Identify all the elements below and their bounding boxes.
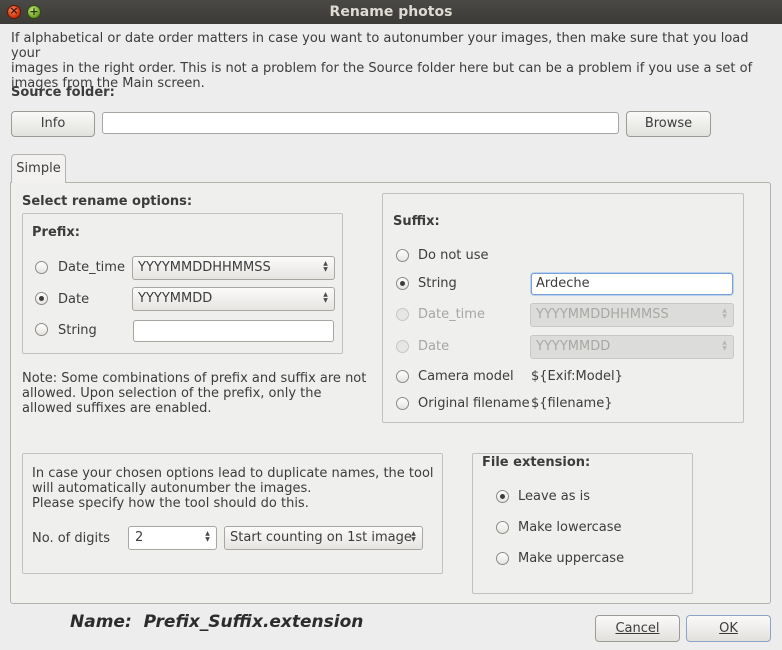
file-extension-heading: File extension: [482, 455, 591, 470]
make-uppercase-radio[interactable] [496, 552, 509, 565]
suffix-original-filename-label[interactable]: Original filename [418, 396, 530, 411]
suffix-string-radio[interactable] [396, 277, 409, 290]
duplicates-text: In case your chosen options lead to dupl… [32, 466, 434, 511]
suffix-camera-model-label[interactable]: Camera model [418, 369, 514, 384]
suffix-date-time-combo-value: YYYYMMDDHHMMSS [536, 307, 669, 322]
name-preview: Name: Prefix_Suffix.extension [70, 612, 363, 632]
make-lowercase-radio[interactable] [496, 521, 509, 534]
updown-arrows-icon: ▲ ▼ [722, 307, 727, 320]
prefix-date-combo-value: YYYYMMDD [138, 291, 213, 306]
suffix-camera-model-radio[interactable] [396, 370, 409, 383]
counting-combo-value: Start counting on 1st image [230, 530, 412, 545]
suffix-date-time-radio[interactable] [396, 308, 409, 321]
updown-arrows-icon: ▲ ▼ [411, 530, 416, 543]
suffix-date-label[interactable]: Date [418, 339, 449, 354]
updown-arrows-icon: ▲ ▼ [323, 260, 328, 273]
suffix-date-combo-value: YYYYMMDD [536, 339, 611, 354]
digits-value: 2 [135, 530, 144, 545]
name-preview-pattern: Prefix_Suffix.extension [143, 612, 364, 632]
suffix-original-filename-value: ${filename} [531, 396, 613, 411]
note-text: Note: Some combinations of prefix and su… [22, 371, 367, 416]
tab-simple[interactable]: Simple [11, 154, 66, 183]
name-preview-label: Name: [70, 612, 132, 632]
ok-button[interactable]: OK [686, 615, 771, 642]
rename-options-heading: Select rename options: [22, 194, 193, 209]
suffix-date-time-combo[interactable]: YYYYMMDDHHMMSS ▲ ▼ [530, 303, 734, 327]
suffix-date-combo[interactable]: YYYYMMDD ▲ ▼ [530, 335, 734, 359]
prefix-date-combo[interactable]: YYYYMMDD ▲ ▼ [132, 287, 335, 311]
updown-arrows-icon: ▲ ▼ [722, 339, 727, 352]
source-folder-input[interactable] [102, 112, 619, 134]
leave-as-is-radio[interactable] [496, 490, 509, 503]
suffix-string-label[interactable]: String [418, 276, 457, 291]
suffix-do-not-use-radio[interactable] [396, 249, 409, 262]
make-uppercase-label[interactable]: Make uppercase [518, 551, 624, 566]
prefix-date-time-radio[interactable] [35, 261, 48, 274]
title-bar: × + Rename photos [0, 0, 782, 24]
prefix-date-label[interactable]: Date [58, 292, 89, 307]
cancel-button[interactable]: Cancel [595, 615, 680, 642]
window-title: Rename photos [329, 4, 453, 20]
source-folder-label: Source folder: [11, 85, 115, 100]
updown-arrows-icon[interactable]: ▲ ▼ [204, 531, 211, 543]
leave-as-is-label[interactable]: Leave as is [518, 489, 590, 504]
suffix-original-filename-radio[interactable] [396, 397, 409, 410]
prefix-string-label[interactable]: String [58, 323, 97, 338]
prefix-date-time-combo[interactable]: YYYYMMDDHHMMSS ▲ ▼ [132, 256, 335, 280]
prefix-date-time-label[interactable]: Date_time [58, 260, 125, 275]
digits-label: No. of digits [32, 531, 110, 546]
suffix-heading: Suffix: [393, 214, 440, 229]
prefix-string-input[interactable] [133, 320, 334, 342]
browse-button[interactable]: Browse [626, 111, 711, 137]
ok-button-label: OK [719, 621, 738, 636]
suffix-do-not-use-label[interactable]: Do not use [418, 248, 489, 263]
suffix-string-input[interactable]: Ardeche [531, 273, 733, 295]
cancel-button-label: Cancel [615, 621, 660, 636]
suffix-camera-model-value: ${Exif:Model} [531, 369, 623, 384]
suffix-date-time-label[interactable]: Date_time [418, 307, 485, 322]
intro-text: If alphabetical or date order matters in… [11, 31, 753, 91]
prefix-string-radio[interactable] [35, 323, 48, 336]
prefix-heading: Prefix: [32, 225, 80, 240]
counting-combo[interactable]: Start counting on 1st image ▲ ▼ [224, 526, 423, 550]
digits-spinbox[interactable]: 2 ▲ ▼ [128, 526, 217, 550]
info-button[interactable]: Info [11, 111, 95, 137]
prefix-date-radio[interactable] [35, 292, 48, 305]
updown-arrows-icon: ▲ ▼ [323, 291, 328, 304]
suffix-date-radio[interactable] [396, 340, 409, 353]
prefix-date-time-combo-value: YYYYMMDDHHMMSS [138, 260, 271, 275]
make-lowercase-label[interactable]: Make lowercase [518, 520, 622, 535]
